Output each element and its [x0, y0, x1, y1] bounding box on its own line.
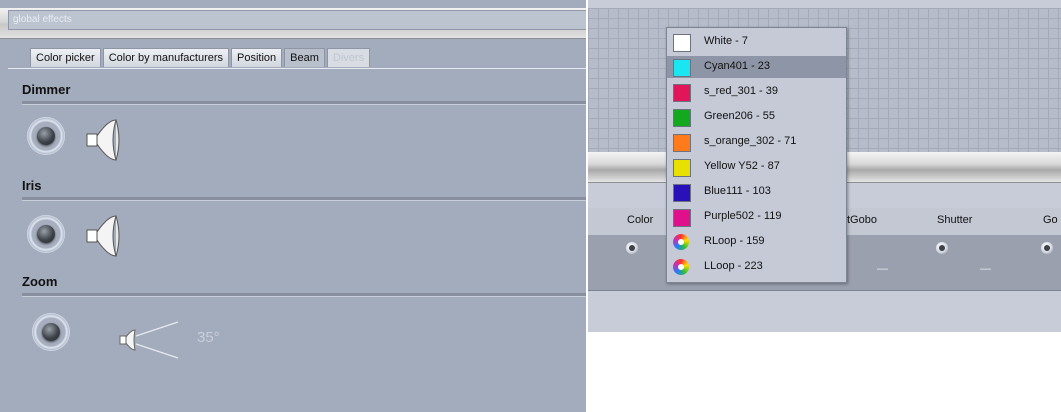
dimmer-lamp-icon [86, 119, 120, 161]
zoom-angle-value: 35° [197, 329, 220, 346]
iris-knob[interactable] [27, 215, 65, 253]
shutter-channel-button-icon[interactable] [936, 242, 948, 254]
tab-color-by-manufacturers[interactable]: Color by manufacturers [102, 48, 230, 67]
color-option[interactable]: Cyan401 - 23 [667, 56, 846, 78]
color-option-label: LLoop - 223 [704, 260, 763, 272]
beam-effects-panel: global effects Color picker Color by man… [0, 0, 587, 412]
column-shutter: Shutter [937, 214, 973, 226]
tab-position[interactable]: Position [231, 48, 283, 67]
dimmer-separator [22, 101, 586, 105]
color-channel-button-icon[interactable] [626, 242, 638, 254]
zoom-knob[interactable] [32, 313, 70, 351]
tab-divers[interactable]: Divers [326, 48, 371, 67]
color-swatch-icon [673, 59, 691, 77]
column-color: Color [627, 214, 654, 226]
iris-heading: Iris [22, 178, 42, 193]
iris-separator [22, 197, 586, 201]
color-option-label: Yellow Y52 - 87 [704, 160, 780, 172]
tab-color-picker[interactable]: Color picker [30, 48, 101, 67]
color-option[interactable]: Purple502 - 119 [667, 206, 846, 228]
effects-tab-bar: Color picker Color by manufacturers Posi… [30, 48, 372, 68]
color-swatch-icon [673, 109, 691, 127]
zoom-heading: Zoom [22, 274, 58, 289]
color-option-label: s_red_301 - 39 [704, 85, 778, 97]
gobo-value: — [877, 263, 888, 275]
color-option[interactable]: s_orange_302 - 71 [667, 131, 846, 153]
gobo-channel-button-icon[interactable] [1041, 242, 1053, 254]
column-gobo: tGobo [847, 214, 877, 226]
iris-lamp-icon [86, 215, 120, 257]
panel-title: global effects [8, 10, 586, 30]
color-dropdown-menu: White - 7 Cyan401 - 23 s_red_301 - 39 Green… [666, 27, 847, 283]
rainbow-loop-icon [673, 234, 689, 250]
tab-divider [8, 68, 586, 69]
color-option-label: Green206 - 55 [704, 110, 775, 122]
color-option-label: s_orange_302 - 71 [704, 135, 797, 147]
column-gobo-2: Go [1043, 214, 1058, 226]
zoom-beam-icon [119, 321, 179, 359]
color-option-label: Cyan401 - 23 [704, 60, 771, 72]
rainbow-loop-icon [673, 259, 689, 275]
color-swatch-icon [673, 209, 691, 227]
tab-beam[interactable]: Beam [284, 48, 325, 67]
color-swatch-icon [673, 184, 691, 202]
color-swatch-icon [673, 84, 691, 102]
color-swatch-icon [673, 134, 691, 152]
color-option[interactable]: Green206 - 55 [667, 106, 846, 128]
color-option-label: Blue111 - 103 [704, 185, 771, 197]
color-option-label: RLoop - 159 [704, 235, 765, 247]
color-option-label: White - 7 [704, 35, 749, 47]
color-swatch-icon [673, 34, 691, 52]
color-option[interactable]: Yellow Y52 - 87 [667, 156, 846, 178]
dimmer-knob[interactable] [27, 117, 65, 155]
color-option[interactable]: LLoop - 223 [667, 256, 846, 278]
dimmer-heading: Dimmer [22, 82, 71, 97]
zoom-separator [22, 293, 586, 297]
shutter-value: — [980, 263, 991, 275]
color-option[interactable]: White - 7 [667, 31, 846, 53]
color-option[interactable]: Blue111 - 103 [667, 181, 846, 203]
color-option[interactable]: s_red_301 - 39 [667, 81, 846, 103]
color-option[interactable]: RLoop - 159 [667, 231, 846, 253]
color-option-label: Purple502 - 119 [704, 210, 782, 222]
color-swatch-icon [673, 159, 691, 177]
